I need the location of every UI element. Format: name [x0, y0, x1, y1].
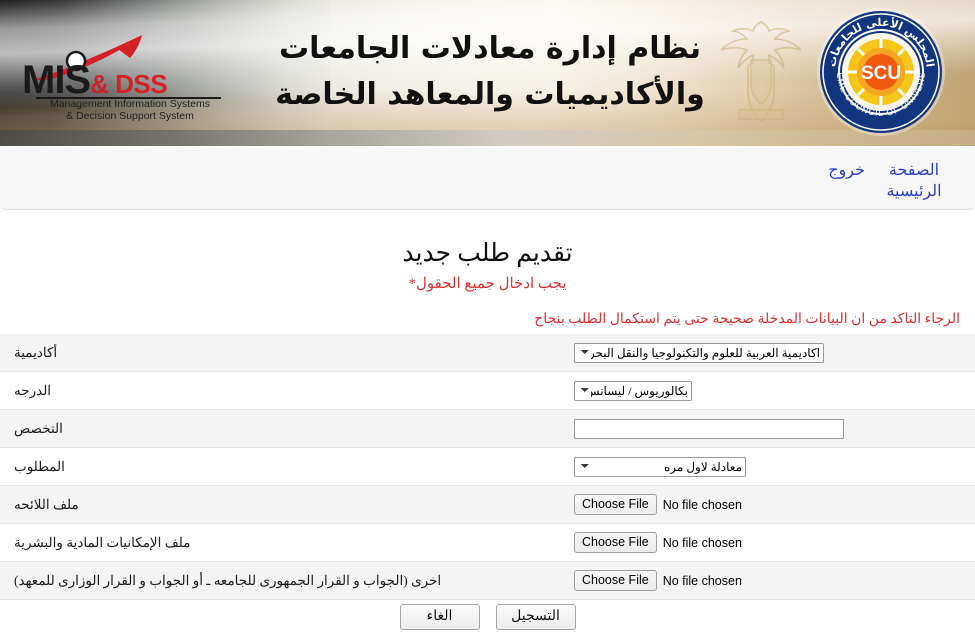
academy-select[interactable]: اكاديمية العربية للعلوم والتكنولوجيا وال… — [574, 342, 824, 363]
page-title: تقديم طلب جديد — [402, 240, 573, 267]
resources-file-input[interactable]: Choose File No file chosen — [574, 532, 742, 553]
file-status-text: No file chosen — [662, 535, 742, 550]
scu-seal-logo-icon: SCU المجلس الأعلى للجامعات SUPREME COUNC… — [815, 6, 945, 136]
resources-file-label: ملف الإمكانيات المادية والبشرية — [14, 534, 191, 550]
regulations-file-label: ملف اللائحه — [14, 496, 79, 512]
degree-field-cell: بكالوريوس / ليسانس — [574, 372, 975, 410]
table-row: Choose File No file chosen اخرى (الجواب … — [0, 561, 975, 600]
table-row: معادلة لاول مره المطلوب — [0, 447, 975, 486]
page-header: تقديم طلب جديد يجب ادخال جميع الحقول* — [0, 238, 975, 294]
banner-title-line2: والأكاديميات والمعاهد الخاصة — [275, 77, 705, 112]
page-root: SCU المجلس الأعلى للجامعات SUPREME COUNC… — [0, 0, 975, 643]
specialization-input[interactable] — [574, 418, 844, 439]
mis-dss-subtitle: Management Information Systems & Decisio… — [28, 98, 232, 122]
choose-file-button[interactable]: Choose File — [574, 570, 657, 591]
requested-field-cell: معادلة لاول مره — [574, 448, 975, 486]
table-row: التخصص — [0, 409, 975, 448]
resources-file-cell: Choose File No file chosen — [574, 524, 975, 562]
nav-link-logout[interactable]: خروج — [828, 160, 865, 181]
other-file-label: اخرى (الجواب و القرار الجمهورى للجامعه ـ… — [14, 572, 442, 588]
mis-dss-subtitle-line2: & Decision Support System — [66, 109, 194, 122]
mis-text: MIS — [22, 58, 91, 102]
submit-button[interactable]: التسجيل — [495, 604, 576, 630]
choose-file-button[interactable]: Choose File — [574, 494, 657, 515]
new-request-form: اكاديمية العربية للعلوم والتكنولوجيا وال… — [0, 334, 975, 600]
table-row: بكالوريوس / ليسانس الدرجه — [0, 371, 975, 410]
specialization-label: التخصص — [14, 420, 63, 436]
file-status-text: No file chosen — [662, 497, 742, 512]
academy-field-cell: اكاديمية العربية للعلوم والتكنولوجيا وال… — [574, 334, 975, 372]
table-row: اكاديمية العربية للعلوم والتكنولوجيا وال… — [0, 334, 975, 372]
table-row: Choose File No file chosen ملف الإمكانيا… — [0, 523, 975, 562]
table-row: Choose File No file chosen ملف اللائحه — [0, 485, 975, 524]
regulations-file-cell: Choose File No file chosen — [574, 486, 975, 524]
required-fields-note: يجب ادخال جميع الحقول* — [408, 276, 567, 292]
degree-label: الدرجه — [14, 382, 52, 398]
regulations-file-input[interactable]: Choose File No file chosen — [574, 494, 742, 515]
requested-label: المطلوب — [14, 458, 65, 474]
cancel-button[interactable]: الغاء — [399, 604, 480, 630]
choose-file-button[interactable]: Choose File — [574, 532, 657, 553]
top-navigation-bar: الصفحة الرئيسية خروج — [0, 148, 975, 210]
other-file-cell: Choose File No file chosen — [574, 562, 975, 600]
nav-link-home[interactable]: الصفحة الرئيسية — [883, 160, 945, 202]
file-status-text: No file chosen — [662, 573, 742, 588]
mis-dss-subtitle-line1: Management Information Systems — [50, 98, 210, 110]
degree-select[interactable]: بكالوريوس / ليسانس — [574, 380, 692, 401]
mis-dss-logo: MIS& DSS Management Information Systems … — [22, 34, 232, 122]
nav-links: الصفحة الرئيسية خروج — [828, 160, 945, 202]
banner-title-line1: نظام إدارة معادلات الجامعات — [278, 31, 702, 66]
requested-type-select[interactable]: معادلة لاول مره — [574, 456, 746, 477]
data-accuracy-note: الرجاء التاكد من ان البيانات المدخلة صحي… — [534, 312, 960, 327]
egypt-eagle-emblem-icon — [720, 21, 802, 123]
banner-title: نظام إدارة معادلات الجامعات والأكاديميات… — [255, 26, 725, 118]
mis-dss-wordmark: MIS& DSS — [22, 60, 232, 100]
form-actions: التسجيل الغاء — [0, 604, 975, 630]
svg-text:SCU: SCU — [861, 63, 901, 84]
site-banner: SCU المجلس الأعلى للجامعات SUPREME COUNC… — [0, 0, 975, 146]
dss-text: & DSS — [90, 69, 168, 99]
academy-label: أكاديمية — [14, 344, 58, 360]
specialization-field-cell — [574, 410, 975, 448]
other-file-input[interactable]: Choose File No file chosen — [574, 570, 742, 591]
